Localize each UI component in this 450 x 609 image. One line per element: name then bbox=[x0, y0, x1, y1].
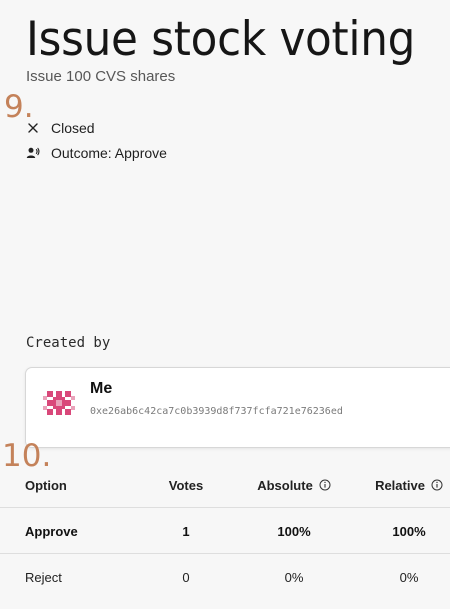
table-header-row: Option Votes Absolute Relative bbox=[0, 462, 450, 508]
creator-card[interactable]: Me 0xe26ab6c42ca7c0b3939d8f737fcfa721e76… bbox=[25, 367, 450, 448]
relative-cell: 100% bbox=[392, 523, 426, 539]
status-closed-label: Closed bbox=[51, 120, 95, 136]
voting-detail-page: Issue stock voting Issue 100 CVS shares … bbox=[0, 0, 450, 609]
page-subtitle: Issue 100 CVS shares bbox=[26, 68, 176, 85]
votes-cell: 0 bbox=[182, 569, 190, 585]
voice-user-icon bbox=[26, 146, 40, 160]
absolute-cell: 0% bbox=[284, 569, 304, 585]
column-header-relative: Relative bbox=[364, 462, 450, 508]
created-by-label: Created by bbox=[26, 335, 111, 351]
close-icon bbox=[26, 121, 40, 135]
creator-name: Me bbox=[90, 380, 113, 397]
column-header-absolute: Absolute bbox=[252, 462, 336, 508]
info-icon[interactable] bbox=[431, 479, 443, 491]
column-header-relative-label: Relative bbox=[375, 477, 425, 493]
votes-cell: 1 bbox=[182, 523, 190, 539]
option-cell: Reject bbox=[25, 569, 62, 585]
table-row: Reject 0 0% 0% bbox=[0, 554, 450, 600]
status-outcome: Outcome: Approve bbox=[26, 145, 167, 161]
column-header-option: Option bbox=[25, 477, 67, 493]
option-cell: Approve bbox=[25, 523, 78, 539]
creator-address[interactable]: 0xe26ab6c42ca7c0b3939d8f737fcfa721e76236… bbox=[90, 406, 343, 417]
column-header-votes: Votes bbox=[168, 477, 204, 493]
absolute-cell: 100% bbox=[277, 523, 311, 539]
step-annotation-9: 9. bbox=[4, 89, 34, 125]
status-outcome-label: Outcome: Approve bbox=[51, 145, 167, 161]
identicon-avatar bbox=[43, 387, 75, 419]
relative-cell: 0% bbox=[399, 569, 419, 585]
column-header-absolute-label: Absolute bbox=[257, 477, 313, 493]
table-row: Approve 1 100% 100% bbox=[0, 508, 450, 554]
page-title: Issue stock voting bbox=[26, 12, 416, 67]
status-closed: Closed bbox=[26, 120, 95, 136]
info-icon[interactable] bbox=[319, 479, 331, 491]
